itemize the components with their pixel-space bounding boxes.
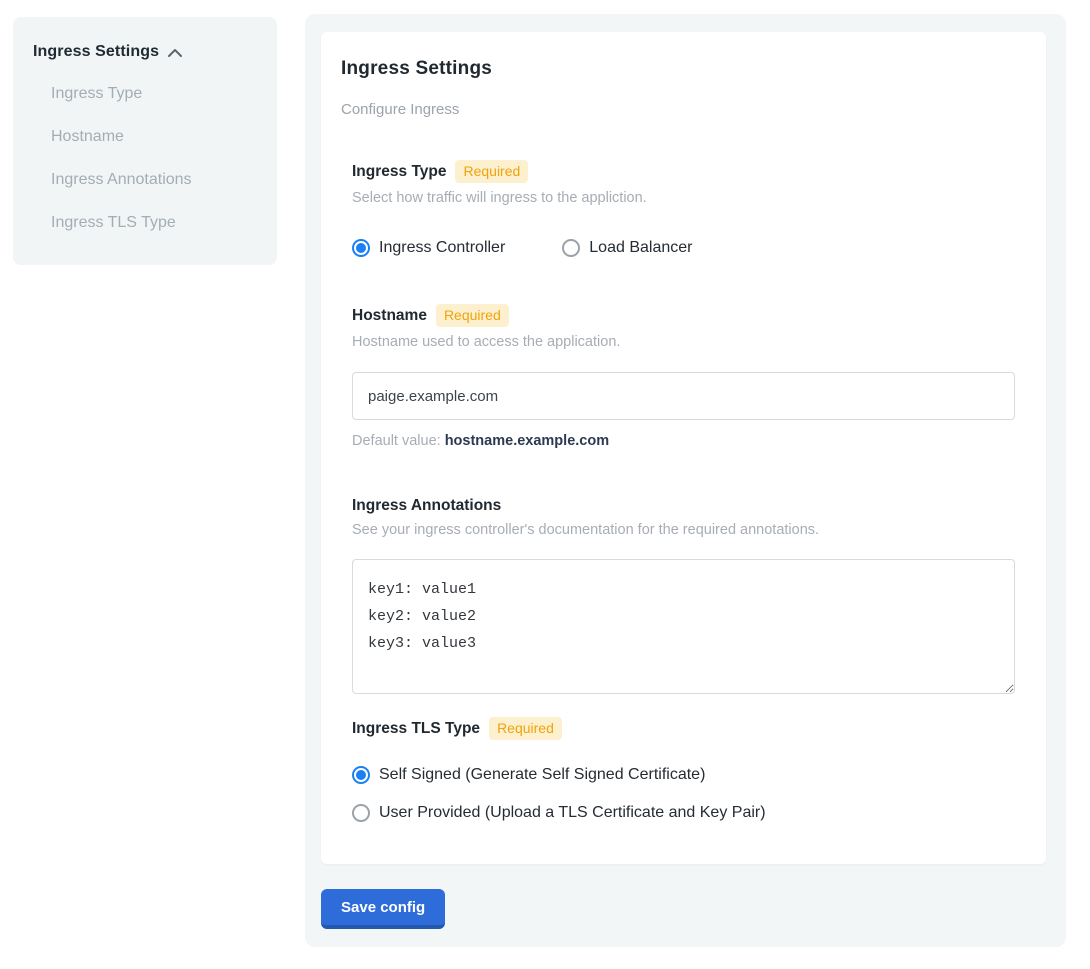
radio-option-load-balancer[interactable]: Load Balancer	[562, 239, 692, 257]
sidebar-item-ingress-type[interactable]: Ingress Type	[51, 85, 257, 103]
ingress-annotations-label: Ingress Annotations	[352, 497, 501, 515]
ingress-tls-type-label: Ingress TLS Type	[352, 720, 480, 738]
ingress-type-label: Ingress Type	[352, 163, 446, 181]
field-ingress-type: Ingress Type Required Select how traffic…	[352, 160, 1016, 257]
radio-label-load-balancer: Load Balancer	[589, 239, 692, 257]
radio-unselected-icon[interactable]	[562, 239, 580, 257]
default-value-label: Default value:	[352, 433, 445, 449]
hostname-description: Hostname used to access the application.	[352, 334, 1016, 350]
ingress-annotations-textarea[interactable]: key1: value1 key2: value2 key3: value3	[352, 559, 1015, 694]
sidebar-item-ingress-tls-type[interactable]: Ingress TLS Type	[51, 214, 257, 232]
ingress-settings-panel: Ingress Settings Configure Ingress Ingre…	[305, 14, 1066, 947]
ingress-type-radio-group: Ingress Controller Load Balancer	[352, 239, 1016, 257]
sidebar-nav: Ingress Type Hostname Ingress Annotation…	[33, 85, 257, 232]
field-ingress-tls-type: Ingress TLS Type Required Self Signed (G…	[352, 717, 1016, 822]
radio-label-self-signed: Self Signed (Generate Self Signed Certif…	[379, 766, 705, 784]
radio-option-user-provided[interactable]: User Provided (Upload a TLS Certificate …	[352, 804, 766, 822]
sidebar-item-ingress-annotations[interactable]: Ingress Annotations	[51, 171, 257, 189]
radio-selected-icon[interactable]	[352, 766, 370, 784]
required-badge: Required	[436, 304, 509, 327]
save-config-button[interactable]: Save config	[321, 889, 445, 929]
field-ingress-annotations: Ingress Annotations See your ingress con…	[352, 497, 1016, 694]
sidebar-section-ingress-settings[interactable]: Ingress Settings	[33, 43, 257, 61]
page-title: Ingress Settings	[341, 58, 1016, 80]
default-value-text: hostname.example.com	[445, 433, 609, 449]
radio-selected-icon[interactable]	[352, 239, 370, 257]
field-hostname: Hostname Required Hostname used to acces…	[352, 304, 1016, 449]
radio-option-self-signed[interactable]: Self Signed (Generate Self Signed Certif…	[352, 766, 705, 784]
radio-unselected-icon[interactable]	[352, 804, 370, 822]
radio-label-user-provided: User Provided (Upload a TLS Certificate …	[379, 804, 766, 822]
required-badge: Required	[489, 717, 562, 740]
ingress-tls-radio-group: Self Signed (Generate Self Signed Certif…	[352, 766, 1016, 822]
hostname-label: Hostname	[352, 307, 427, 325]
hostname-default-note: Default value: hostname.example.com	[352, 433, 1016, 449]
form-fields: Ingress Type Required Select how traffic…	[352, 160, 1016, 822]
ingress-annotations-description: See your ingress controller's documentat…	[352, 522, 1016, 538]
hostname-input[interactable]	[352, 372, 1015, 420]
ingress-settings-card: Ingress Settings Configure Ingress Ingre…	[321, 32, 1046, 864]
page-subtitle: Configure Ingress	[341, 101, 1016, 118]
sidebar-section-title: Ingress Settings	[33, 43, 159, 61]
sidebar-item-hostname[interactable]: Hostname	[51, 128, 257, 146]
required-badge: Required	[455, 160, 528, 183]
radio-option-ingress-controller[interactable]: Ingress Controller	[352, 239, 505, 257]
ingress-type-description: Select how traffic will ingress to the a…	[352, 190, 1016, 206]
settings-sidebar: Ingress Settings Ingress Type Hostname I…	[13, 17, 277, 265]
chevron-up-icon	[167, 47, 183, 59]
radio-label-ingress-controller: Ingress Controller	[379, 239, 505, 257]
